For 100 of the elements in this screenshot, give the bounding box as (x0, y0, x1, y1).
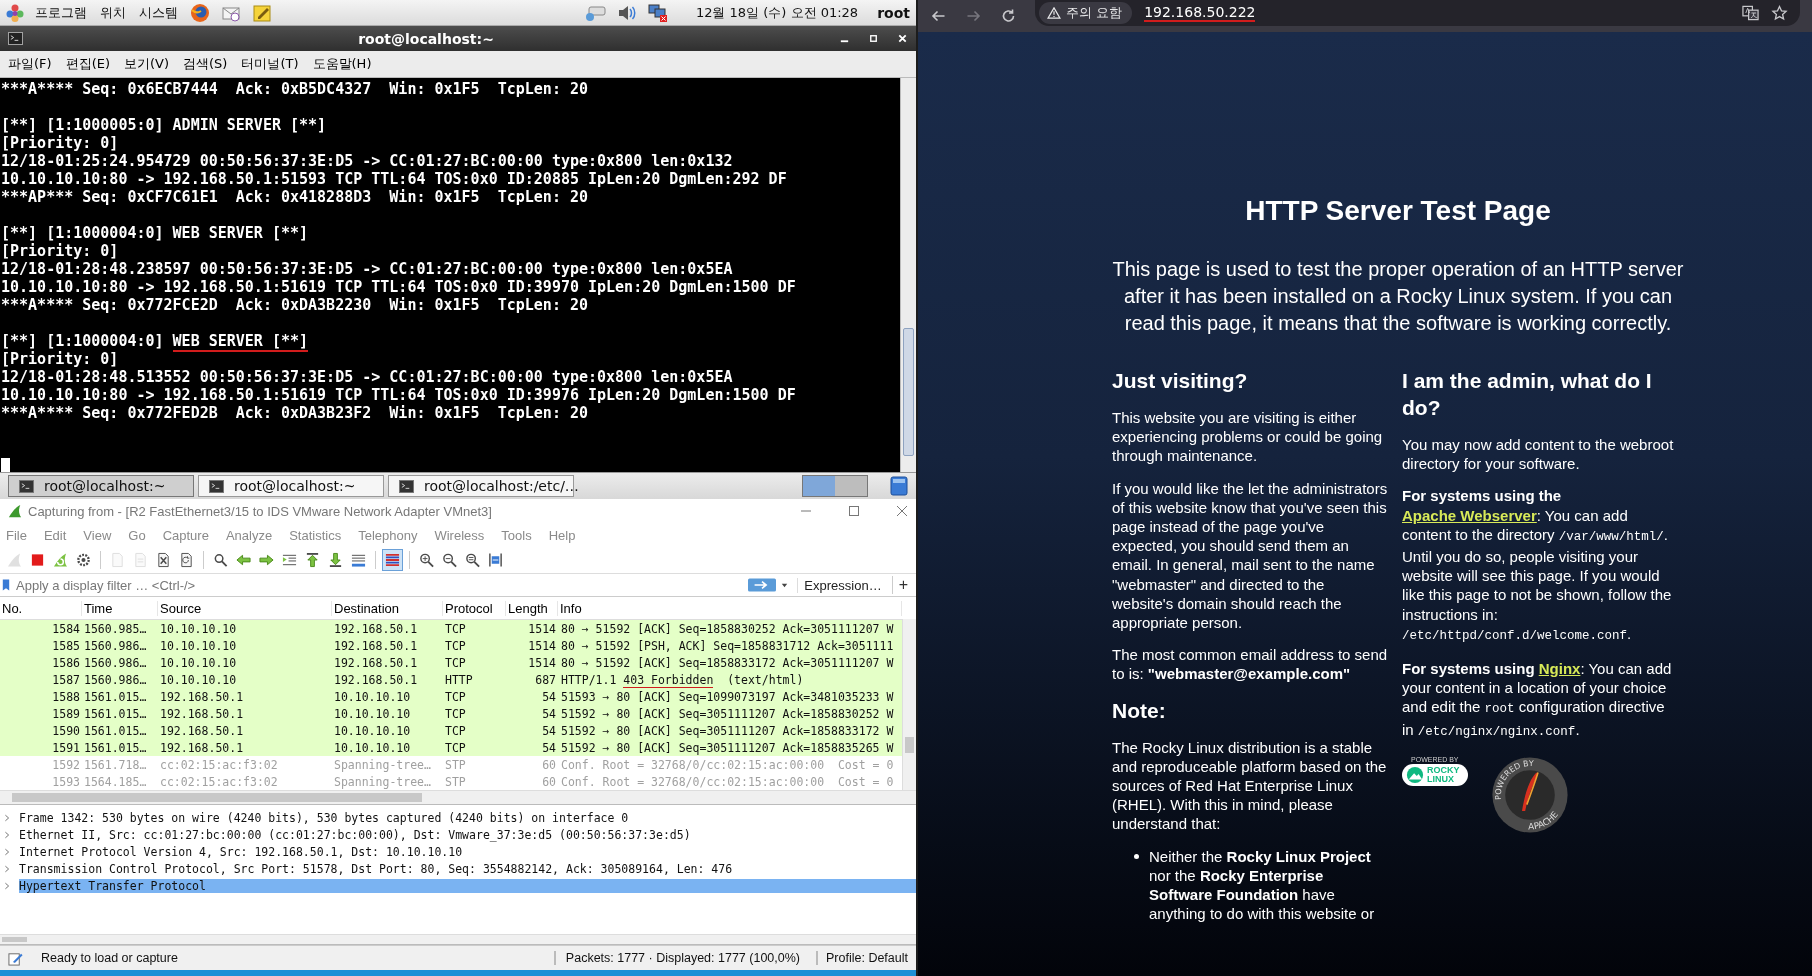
table-cell-text: 51592 → 80 [ACK] Seq=3051111207 Ack=1858830252 W (560, 706, 895, 721)
app-menu-icon[interactable] (6, 3, 24, 22)
column-header[interactable]: Protocol (443, 600, 506, 616)
scrollbar[interactable] (0, 934, 916, 945)
striped-lines-button[interactable] (382, 549, 403, 571)
panel-menu[interactable]: 시스템 (137, 3, 180, 22)
clock[interactable]: 12월 18일 (수) 오전 01:28 (695, 3, 859, 22)
table-cell-text: 10.10.10.10 (159, 672, 238, 687)
table-cell-text: 80 → 51592 [PSH, ACK] Seq=1858831712 Ack=3051111 (560, 638, 895, 653)
detail-row[interactable]: Ethernet II, Src: cc:01:27:bc:00:00 (cc:01:27:bc:00:00), Dst: Vmware_37:3e:d5 (00:50:56:37:3e:d5) (0, 826, 916, 843)
menu-item[interactable]: View (83, 527, 112, 543)
menu-item[interactable]: Capture (162, 527, 209, 543)
menu-item[interactable]: Telephony (358, 527, 418, 543)
address-bar[interactable]: 주의 요함 192.168.50.222 (1035, 0, 1800, 26)
table-cell-text: 1589 (51, 706, 81, 721)
add-button[interactable]: + (891, 576, 914, 594)
terminal-line: 10.10.10.10:80 -> 192.168.50.1:51619 TCP TTL:64 TOS:0x0 ID:39976 IpLen:20 DgmLen:1500 DF (1, 386, 797, 404)
packet-row[interactable]: 1589 1561.015… 192.168.50.1 10.10.10.10 TCP 54 51592 → 80 [ACK] Seq=3051111207 Ack=1858830252 W (0, 705, 902, 722)
paragraph: This website you are visiting is either experiencing problems or could be going through maintenance. (1112, 408, 1384, 466)
detail-row[interactable]: Frame 1342: 530 bytes on wire (4240 bits), 530 bytes captured (4240 bits) on interface 0 (0, 809, 916, 826)
desktop-icon[interactable] (890, 476, 908, 496)
menu-item[interactable]: Analyze (225, 527, 273, 543)
table-cell-text: 192.168.50.1 (159, 740, 245, 755)
menu-item[interactable]: Wireless (434, 527, 485, 543)
table-cell-text: 1561.015… (83, 689, 148, 704)
terminal-line: ***A**** Seq: 0x772FED2B Ack: 0xDA3B23F2 Win: 0x1F5 TcpLen: 20 (1, 404, 589, 422)
menu-item[interactable]: 편집(E) (65, 55, 110, 73)
scrollbar[interactable] (900, 78, 916, 472)
expression-button[interactable]: Expression… (797, 577, 888, 593)
security-chip[interactable]: 주의 요함 (1039, 2, 1133, 24)
packet-row[interactable]: 1584 1560.985… 10.10.10.10 192.168.50.1 TCP 1514 80 → 51592 [ACK] Seq=1858830252 Ack=3051111207 W (0, 620, 902, 637)
menu-item[interactable]: Edit (43, 527, 67, 543)
window-title: Capturing from - [R2 FastEthernet3/15 to IDS VMware Network Adapter VMnet3] (28, 503, 492, 519)
column-header[interactable]: Length (506, 600, 558, 616)
detail-row[interactable]: Internet Protocol Version 4, Src: 192.168.50.1, Dst: 10.10.10.10 (0, 843, 916, 860)
taskbar-button[interactable]: root@localhost:~ (8, 475, 194, 497)
table-cell-text: TCP (444, 655, 467, 670)
profile-label[interactable]: Profile: Default (816, 951, 908, 965)
packet-row[interactable]: 1587 1560.986… 10.10.10.10 192.168.50.1 HTTP 687 HTTP/1.1 403 Forbidden (text/html) (0, 671, 902, 688)
column-header[interactable]: Info (558, 600, 902, 616)
scrollbar[interactable] (902, 619, 916, 790)
text-link[interactable]: Nginx (1538, 660, 1581, 678)
column-header[interactable]: Source (158, 600, 332, 616)
panel-menu[interactable]: 위치 (98, 3, 128, 22)
menu-item[interactable]: 검색(S) (183, 55, 228, 73)
column-header[interactable]: Destination (332, 600, 443, 616)
menu-item[interactable]: 보기(V) (124, 55, 170, 73)
table-cell-text: 10.10.10.10 (159, 638, 238, 653)
menu-item[interactable]: Go (128, 527, 146, 543)
workspace-switcher[interactable] (802, 475, 868, 497)
file-icon (110, 552, 125, 568)
terminal-line: [**] [1:1000004:0] WEB SERVER [**] (1, 332, 310, 350)
menu-item[interactable]: 파일(F) (8, 55, 52, 73)
table-cell-text: STP (444, 774, 467, 789)
notepad-icon[interactable] (251, 2, 273, 23)
bookmark-icon[interactable] (2, 578, 10, 592)
text-link[interactable]: Apache Webserver (1402, 506, 1537, 524)
packet-row[interactable]: 1586 1560.986… 10.10.10.10 192.168.50.1 TCP 1514 80 → 51592 [ACK] Seq=1858833172 Ack=3051111207 W (0, 654, 902, 671)
packet-row[interactable]: 1591 1561.015… 192.168.50.1 10.10.10.10 TCP 54 51592 → 80 [ACK] Seq=3051111207 Ack=1858835265 W (0, 739, 902, 756)
reload-icon[interactable] (1000, 8, 1017, 24)
terminal-line: 10.10.10.10:80 -> 192.168.50.1:51619 TCP TTL:64 TOS:0x0 ID:39970 IpLen:20 DgmLen:1500 DF (1, 278, 797, 296)
terminal-line: [**] [1:1000005:0] ADMIN SERVER [**] (1, 116, 328, 134)
table-cell-text: 60 (541, 757, 557, 772)
table-cell-text: 1590 (51, 723, 81, 738)
taskbar-button[interactable]: root@localhost:~ (198, 475, 384, 497)
detail-row[interactable]: Transmission Control Protocol, Src Port: 51578, Dst Port: 80, Seq: 3554882142, Ack: 305089164, Len: 476 (0, 860, 916, 877)
menu-item[interactable]: Statistics (289, 527, 342, 543)
terminal-icon (19, 479, 34, 493)
table-cell-text: TCP (444, 723, 467, 738)
menu-item[interactable]: Tools (501, 527, 532, 543)
column-header[interactable]: No. (0, 600, 82, 616)
url-text[interactable]: 192.168.50.222 (1144, 4, 1256, 22)
column-header[interactable]: Time (82, 600, 158, 616)
paragraph: You may now add content to the webroot directory for your software. (1402, 435, 1675, 474)
network-error-icon[interactable] (646, 2, 669, 23)
edit-icon[interactable] (8, 950, 23, 966)
forward-icon[interactable] (965, 8, 982, 24)
maximize-icon[interactable] (868, 33, 879, 44)
translate-icon[interactable] (1742, 5, 1759, 21)
menu-item[interactable]: 도움말(H) (312, 55, 372, 73)
list-item: Neither the Rocky Linux Project nor the Rocky Enterprise Software Foundation have anything to do with this website or (1149, 846, 1376, 924)
menu-item[interactable]: 터미널(T) (241, 55, 299, 73)
globe-icon[interactable] (189, 2, 211, 23)
table-cell-text: 192.168.50.1 (333, 655, 419, 670)
packet-row[interactable]: 1588 1561.015… 192.168.50.1 10.10.10.10 TCP 54 51593 → 80 [ACK] Seq=1099073197 Ack=3481035233 W (0, 688, 902, 705)
panel-menu[interactable]: 프로그램 (33, 3, 89, 22)
table-cell-text: 51592 → 80 [ACK] Seq=3051111207 Ack=1858835265 W (560, 740, 895, 755)
resize-columns-icon (488, 552, 503, 568)
table-cell-text: 192.168.50.1 (159, 689, 245, 704)
packet-row[interactable]: 1590 1561.015… 192.168.50.1 10.10.10.10 TCP 54 51592 → 80 [ACK] Seq=3051111207 Ack=1858833172 W (0, 722, 902, 739)
table-cell-text: 1560.986… (83, 672, 148, 687)
user-name[interactable]: root (877, 4, 910, 21)
scrollbar[interactable] (0, 790, 916, 805)
back-icon[interactable] (930, 8, 947, 24)
table-cell-text: 1514 (527, 655, 557, 670)
table-cell-text: 10.10.10.10 (333, 723, 412, 738)
left-arrow-icon (236, 552, 251, 568)
star-icon[interactable] (1771, 5, 1788, 21)
packet-row[interactable]: 1585 1560.986… 10.10.10.10 192.168.50.1 TCP 1514 80 → 51592 [PSH, ACK] Seq=1858831712 Ack=3051111 (0, 637, 902, 654)
paragraph: If you would like the let the administrators of this website know that you've seen this page instead of the page you've expected, you should send them an email. In general, mail sent to the name "webmaster" and directed to the website's domain should reach the appropriate person. (1112, 478, 1388, 633)
